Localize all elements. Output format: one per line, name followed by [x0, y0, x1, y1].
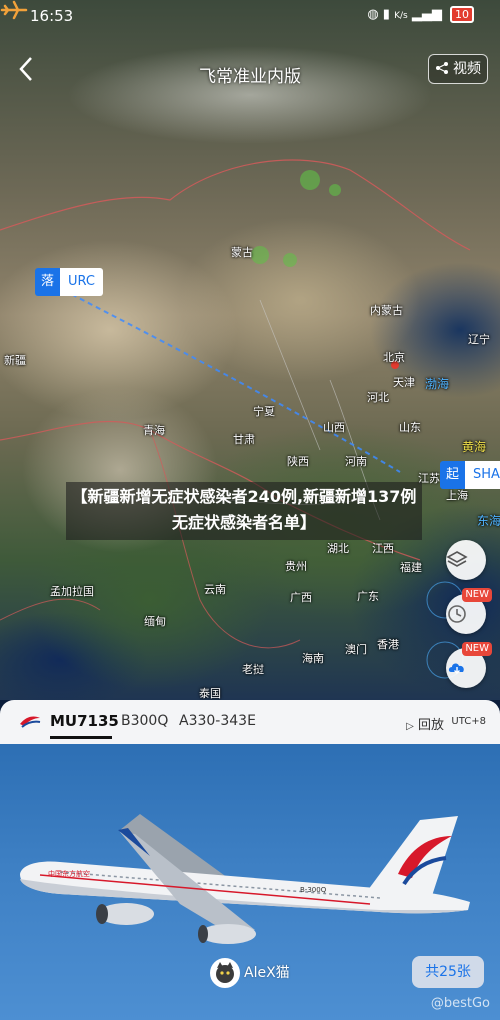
map-label-hainan: 海南: [302, 652, 324, 665]
destination-airport-tag[interactable]: 起 SHA: [440, 461, 500, 489]
status-icons: ◍ ▮ K/s ▂▄▆ 10: [367, 6, 474, 23]
map-label-qinghai: 青海: [143, 424, 165, 437]
map-label-yunnan: 云南: [204, 583, 226, 596]
map-label-yellow-sea: 黄海: [462, 440, 487, 454]
map-label-thailand: 泰国: [199, 687, 221, 700]
replay-label: 回放: [417, 718, 444, 733]
map-label-inner-mongolia: 内蒙古: [370, 304, 403, 317]
map-label-xinjiang: 新疆: [4, 354, 26, 367]
share-icon: [435, 62, 448, 74]
map-label-bangladesh: 孟加拉国: [50, 585, 94, 598]
watermark: @bestGo: [430, 996, 490, 1011]
history-new-badge: NEW: [462, 588, 492, 602]
map-label-shanghai: 上海: [446, 489, 468, 502]
network-speed: K/s: [394, 11, 408, 21]
map-label-guangdong: 广东: [357, 590, 379, 603]
layers-icon: [446, 551, 468, 567]
flight-map[interactable]: 蒙古 内蒙古 辽宁 新疆 北京 天津 渤海 河北 宁夏 青海 甘肃 山西 山东 …: [0, 0, 500, 700]
download-new-badge: NEW: [462, 642, 492, 656]
layers-button[interactable]: [446, 540, 486, 580]
play-icon: ▷: [406, 721, 414, 732]
map-label-liaoning: 辽宁: [468, 333, 490, 346]
map-label-guizhou: 贵州: [285, 560, 307, 573]
map-label-shaanxi: 陕西: [287, 455, 309, 468]
flight-number[interactable]: MU7135: [50, 712, 119, 730]
battery-icon: 10: [450, 6, 474, 23]
clock-icon: [448, 605, 466, 623]
cloud-download-icon: [448, 663, 464, 674]
map-label-tianjin: 天津: [393, 376, 415, 389]
map-label-hubei: 湖北: [327, 542, 349, 555]
map-label-ningxia: 宁夏: [253, 405, 275, 418]
news-headline-banner[interactable]: 【新疆新增无症状感染者240例,新疆新增137例无症状感染者名单】: [66, 482, 422, 540]
page-title: 飞常准业内版: [199, 67, 301, 87]
video-label: 视频: [453, 61, 481, 77]
map-label-shandong: 山东: [399, 421, 421, 434]
map-label-bohai: 渤海: [425, 377, 450, 391]
destination-tag-label: 起: [440, 461, 466, 489]
replay-button[interactable]: ▷ 回放: [406, 714, 444, 733]
photographer-name[interactable]: AleX猫: [244, 962, 290, 982]
timezone-label: UTC+8: [451, 716, 486, 727]
signal-icon: ▂▄▆: [411, 7, 442, 22]
map-label-jiangxi: 江西: [372, 542, 394, 555]
flight-info-bar[interactable]: MU7135 B300Q A330-343E ▷ 回放 UTC+8: [0, 700, 500, 744]
video-button[interactable]: 视频: [427, 54, 488, 84]
map-label-beijing: 北京: [383, 351, 405, 364]
aircraft-registration: B300Q: [121, 713, 169, 729]
map-label-macau: 澳门: [345, 643, 367, 656]
map-label-hongkong: 香港: [377, 638, 399, 651]
map-label-fujian: 福建: [400, 561, 422, 574]
photographer-avatar[interactable]: [210, 958, 240, 988]
livery-airline-name: 中国东方航空: [48, 870, 90, 878]
photo-count-button[interactable]: 共25张: [412, 956, 484, 988]
origin-airport-tag[interactable]: 落 URC: [35, 268, 103, 296]
map-label-shanxi: 山西: [323, 421, 345, 434]
map-label-myanmar: 缅甸: [144, 615, 166, 628]
status-time: 16:53: [30, 7, 74, 25]
cat-avatar-icon: [216, 962, 234, 983]
origin-tag-label: 落: [35, 268, 61, 296]
wifi-icon: ◍ ▮: [367, 7, 390, 22]
origin-code: URC: [60, 268, 103, 296]
map-label-mongolia: 蒙古: [231, 246, 253, 259]
map-label-guangxi: 广西: [290, 591, 312, 604]
destination-code: SHA: [465, 461, 500, 489]
map-label-gansu: 甘肃: [233, 433, 255, 446]
status-bar: 16:53 ◍ ▮ K/s ▂▄▆ 10: [0, 0, 500, 32]
map-label-laos: 老挝: [242, 663, 264, 676]
flight-number-underline: [50, 736, 112, 739]
map-label-east-sea: 东海: [477, 514, 500, 528]
top-bar: 飞常准业内版 视频: [0, 40, 500, 100]
aircraft-type: A330-343E: [179, 713, 256, 729]
livery-registration: B-300Q: [300, 886, 327, 894]
map-label-henan: 河南: [345, 455, 367, 468]
china-eastern-logo-icon: [20, 716, 41, 728]
map-label-hebei: 河北: [367, 391, 389, 404]
